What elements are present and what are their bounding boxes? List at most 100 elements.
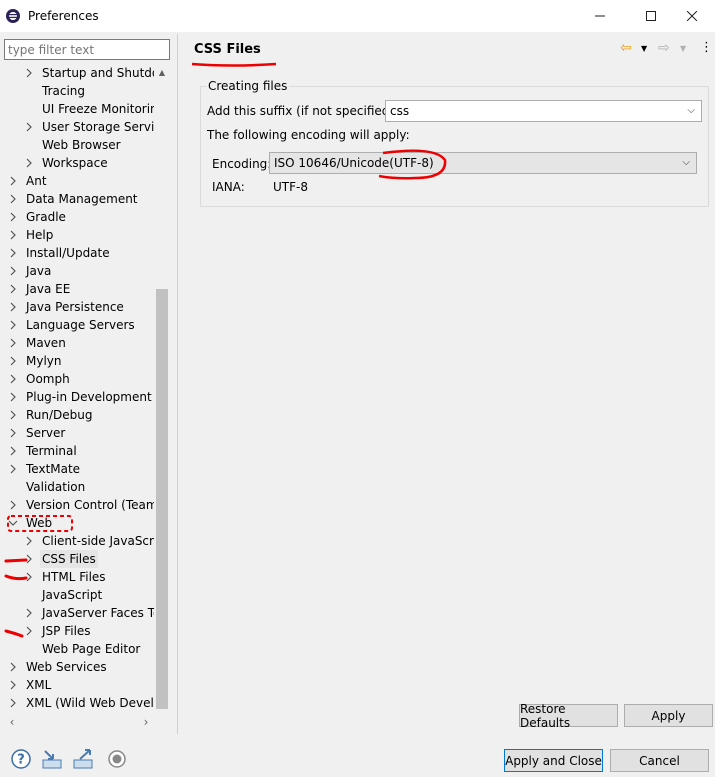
restore-defaults-button[interactable]: Restore Defaults (519, 702, 618, 730)
jsp-annotation (4, 629, 24, 638)
tree-item-label: Oomph (26, 372, 70, 386)
app-icon (6, 9, 20, 23)
tree-item-label: Validation (26, 480, 86, 494)
title-bar: Preferences (0, 0, 715, 32)
tree-item-label: Java Persistence (26, 300, 124, 314)
import-icon[interactable] (41, 748, 63, 770)
scroll-up-icon[interactable]: ▲ (154, 64, 170, 80)
tree-item-label: JSP Files (42, 624, 91, 638)
tree-horizontal-scrollbar[interactable]: ‹ › (4, 714, 170, 731)
tree-item-label: Web Services (26, 660, 107, 674)
forward-menu-icon[interactable]: ▼ (680, 44, 686, 53)
tree-item-label: Client-side JavaScript (42, 534, 154, 548)
tree-item-label: Startup and Shutdow (42, 66, 154, 80)
maximize-icon (646, 11, 656, 21)
chevron-right-icon[interactable] (8, 352, 18, 370)
chevron-right-icon[interactable] (8, 262, 18, 280)
back-arrow-icon[interactable]: ⇦ (620, 40, 632, 56)
filter-input[interactable] (4, 39, 170, 60)
tree-item-label: Tracing (42, 84, 86, 98)
chevron-right-icon[interactable] (8, 406, 18, 424)
group-label: Creating files (206, 79, 290, 93)
web-annotation (7, 515, 73, 532)
tree-item-label: Maven (26, 336, 66, 350)
tree-item-label: User Storage Service (42, 120, 154, 134)
tree-item-label: Web Browser (42, 138, 121, 152)
encoding-select[interactable]: ISO 10646/Unicode(UTF-8) ⌵ (269, 152, 697, 174)
chevron-right-icon[interactable] (8, 190, 18, 208)
tree-item-label: Server (26, 426, 66, 440)
cancel-button[interactable]: Cancel (610, 749, 709, 772)
chevron-right-icon[interactable] (8, 226, 18, 244)
help-icon[interactable]: ? (10, 748, 32, 770)
maximize-button[interactable] (628, 0, 674, 32)
scroll-thumb[interactable] (156, 289, 168, 709)
css-annotation (4, 558, 28, 563)
chevron-down-icon: ⌵ (687, 105, 695, 116)
tree-item-label: Language Servers (26, 318, 135, 332)
tree-item-label: Ant (26, 174, 47, 188)
tree-item-label: HTML Files (42, 570, 106, 584)
encoding-note: The following encoding will apply: (207, 128, 410, 142)
chevron-right-icon[interactable] (24, 64, 34, 82)
chevron-right-icon[interactable] (8, 244, 18, 262)
chevron-right-icon[interactable] (24, 604, 34, 622)
tree-item-label: Data Management (26, 192, 138, 206)
scroll-left-icon[interactable]: ‹ (4, 714, 20, 730)
chevron-right-icon[interactable] (8, 676, 18, 694)
chevron-right-icon[interactable] (8, 442, 18, 460)
chevron-right-icon[interactable] (8, 334, 18, 352)
scroll-right-icon[interactable]: › (138, 714, 154, 730)
apply-button[interactable]: Apply (624, 704, 713, 727)
chevron-right-icon[interactable] (8, 280, 18, 298)
suffix-value: css (390, 104, 410, 118)
chevron-right-icon[interactable] (8, 370, 18, 388)
tree-item-label: Run/Debug (26, 408, 93, 422)
chevron-right-icon[interactable] (8, 496, 18, 514)
chevron-right-icon[interactable] (8, 298, 18, 316)
chevron-right-icon[interactable] (8, 172, 18, 190)
chevron-right-icon[interactable] (8, 460, 18, 478)
html-annotation (4, 574, 28, 581)
chevron-right-icon[interactable] (8, 694, 18, 712)
tree-item-label: Workspace (42, 156, 108, 170)
iana-label: IANA: (212, 180, 245, 194)
record-icon[interactable] (106, 748, 128, 770)
minimize-button[interactable] (577, 0, 623, 32)
tree-item-label: CSS Files (40, 550, 98, 568)
export-icon[interactable] (72, 748, 94, 770)
chevron-down-icon: ⌵ (682, 157, 690, 168)
suffix-label: Add this suffix (if not specified): (207, 104, 399, 118)
chevron-right-icon[interactable] (8, 388, 18, 406)
tree-item-label: TextMate (26, 462, 81, 476)
tree-item-label: JavaScript (42, 588, 103, 602)
close-button[interactable] (669, 0, 715, 32)
page-title: CSS Files (194, 42, 261, 57)
chevron-right-icon[interactable] (8, 424, 18, 442)
tree-item-label: XML (Wild Web Develop (26, 696, 154, 710)
preferences-tree[interactable]: Startup and Shutdow Tracing UI Freeze Moni… (4, 64, 154, 714)
chevron-right-icon[interactable] (24, 154, 34, 172)
tree-item-label: JavaServer Faces Too (42, 606, 154, 620)
minimize-icon (595, 15, 605, 17)
tree-item-label: Web Page Editor (42, 642, 141, 656)
chevron-right-icon[interactable] (8, 316, 18, 334)
tree-item-label: Terminal (26, 444, 77, 458)
back-menu-icon[interactable]: ▼ (641, 44, 647, 53)
apply-and-close-button[interactable]: Apply and Close (504, 749, 603, 772)
tree-vertical-scrollbar[interactable]: ▲ (154, 64, 170, 714)
encoding-label: Encoding: (212, 157, 272, 171)
page-title-annotation (191, 62, 277, 67)
tree-item-label: Gradle (26, 210, 66, 224)
svg-text:?: ? (17, 753, 25, 768)
suffix-select[interactable]: css ⌵ (385, 100, 702, 122)
forward-arrow-icon[interactable]: ⇨ (658, 40, 670, 56)
view-menu-icon[interactable]: ⋮ (700, 40, 713, 55)
chevron-right-icon[interactable] (24, 532, 34, 550)
tree-item-label: Plug-in Development (26, 390, 152, 404)
chevron-right-icon[interactable] (8, 658, 18, 676)
sash-divider[interactable] (177, 34, 178, 734)
chevron-right-icon[interactable] (8, 208, 18, 226)
close-icon (687, 11, 697, 21)
chevron-right-icon[interactable] (24, 118, 34, 136)
